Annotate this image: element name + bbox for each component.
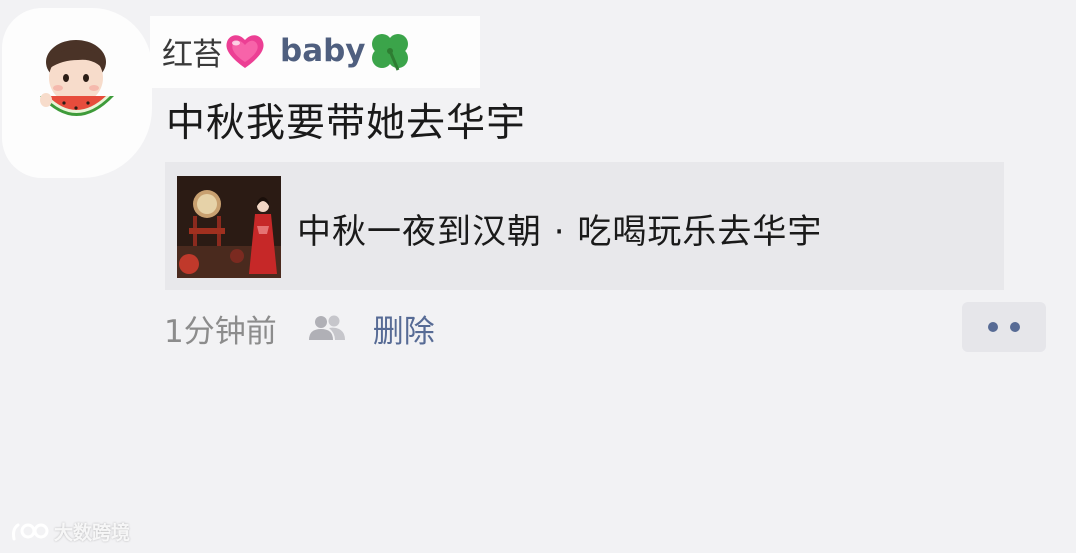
- post-meta: 1分钟前 删除: [164, 304, 435, 352]
- post-text: 中秋我要带她去华宇: [166, 101, 527, 146]
- watermark-logo-icon: [10, 519, 50, 543]
- username-cn: 红苔: [162, 36, 223, 73]
- heart-emoji-icon: [224, 32, 266, 70]
- more-actions-button[interactable]: [962, 302, 1046, 352]
- username-en: baby: [280, 33, 366, 69]
- watermark: 大数跨境: [10, 518, 130, 544]
- link-card[interactable]: 中秋一夜到汉朝 · 吃喝玩乐去华宇: [165, 162, 1004, 290]
- delete-button[interactable]: 删除: [373, 306, 435, 351]
- link-thumbnail: [177, 176, 281, 278]
- friends-visibility-icon[interactable]: [307, 314, 347, 342]
- clover-emoji-icon: [368, 30, 412, 72]
- more-dot-icon: [988, 322, 998, 332]
- avatar[interactable]: [38, 38, 118, 128]
- username[interactable]: 红苔 baby: [162, 26, 412, 76]
- watermark-text: 大数跨境: [54, 521, 131, 544]
- post-time: 1分钟前: [164, 313, 277, 350]
- link-title: 中秋一夜到汉朝 · 吃喝玩乐去华宇: [297, 212, 823, 252]
- more-dot-icon: [1010, 322, 1020, 332]
- avatar-watermelon-boy-icon: [40, 40, 114, 116]
